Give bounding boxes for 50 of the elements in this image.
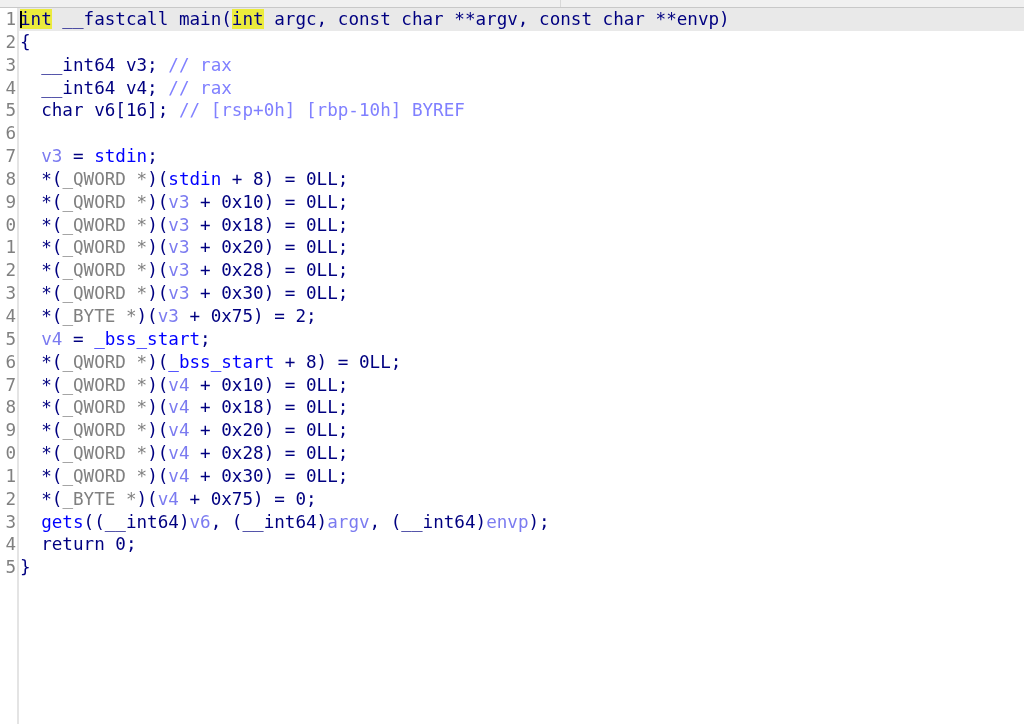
- line-number: 4: [5, 304, 17, 328]
- line-number: 1: [5, 8, 17, 31]
- code-line: gets((__int64)v6, (__int64)argv, (__int64)envp);: [40, 510, 550, 534]
- code-line: *(_QWORD *)(v4 + 0x20) = 0LL;: [40, 419, 349, 443]
- line-number: 5: [5, 327, 17, 351]
- line-number: 3: [5, 53, 17, 77]
- code-line: *(_QWORD *)(stdin + 8) = 0LL;: [40, 167, 349, 191]
- line-number: 8: [5, 396, 17, 420]
- code-line: *(_QWORD *)(v3 + 0x20) = 0LL;: [40, 236, 349, 260]
- line-number: 3: [5, 510, 17, 534]
- code-line: *(_QWORD *)(_bss_start + 8) = 0LL;: [40, 350, 402, 374]
- line-number: 3: [5, 282, 17, 305]
- line-number: 9: [5, 190, 17, 214]
- line-number: 7: [5, 145, 17, 168]
- line-number: 8: [5, 167, 17, 191]
- code-line: *(_QWORD *)(v4 + 0x18) = 0LL;: [40, 396, 349, 420]
- line-number: 2: [5, 30, 17, 54]
- code-line: return 0;: [40, 533, 137, 557]
- code-line: *(_QWORD *)(v4 + 0x30) = 0LL;: [40, 464, 349, 488]
- code-line: __int64 v3; // rax: [40, 53, 232, 77]
- code-line: *(_QWORD *)(v3 + 0x28) = 0LL;: [40, 259, 349, 283]
- line-number: 1: [5, 464, 17, 488]
- line-number: 9: [5, 419, 17, 443]
- code-line: int __fastcall main(int argc, const char **argv, const char **envp): [19, 8, 730, 31]
- line-number: 0: [5, 442, 17, 465]
- code-line: char v6[16]; // [rsp+0h] [rbp-10h] BYREF: [40, 99, 465, 123]
- code-line: {: [19, 30, 31, 54]
- line-number: 0: [5, 213, 17, 237]
- code-line: v4 = _bss_start;: [40, 327, 211, 351]
- code-line: *(_QWORD *)(v3 + 0x30) = 0LL;: [40, 282, 349, 305]
- code-line: *(_BYTE *)(v4 + 0x75) = 0;: [40, 487, 317, 511]
- code-line: *(_QWORD *)(v4 + 0x28) = 0LL;: [40, 442, 349, 465]
- line-number: 7: [5, 373, 17, 397]
- line-number: 6: [5, 350, 17, 374]
- line-number: 2: [5, 259, 17, 283]
- line-number: 5: [5, 99, 17, 123]
- code-line: __int64 v4; // rax: [40, 76, 232, 100]
- line-number: 6: [5, 122, 17, 146]
- code-line: *(_QWORD *)(v3 + 0x10) = 0LL;: [40, 190, 349, 214]
- code-line: *(_QWORD *)(v3 + 0x18) = 0LL;: [40, 213, 349, 237]
- code-line: *(_BYTE *)(v3 + 0x75) = 2;: [40, 304, 317, 328]
- line-number: 2: [5, 487, 17, 511]
- code-line: v3 = stdin;: [40, 145, 158, 168]
- line-number: 1: [5, 236, 17, 260]
- code-line: *(_QWORD *)(v4 + 0x10) = 0LL;: [40, 373, 349, 397]
- line-number: 4: [5, 76, 17, 100]
- text-cursor: [20, 11, 22, 28]
- line-number: 4: [5, 533, 17, 557]
- line-number: 5: [5, 556, 17, 580]
- code-line: }: [19, 556, 31, 580]
